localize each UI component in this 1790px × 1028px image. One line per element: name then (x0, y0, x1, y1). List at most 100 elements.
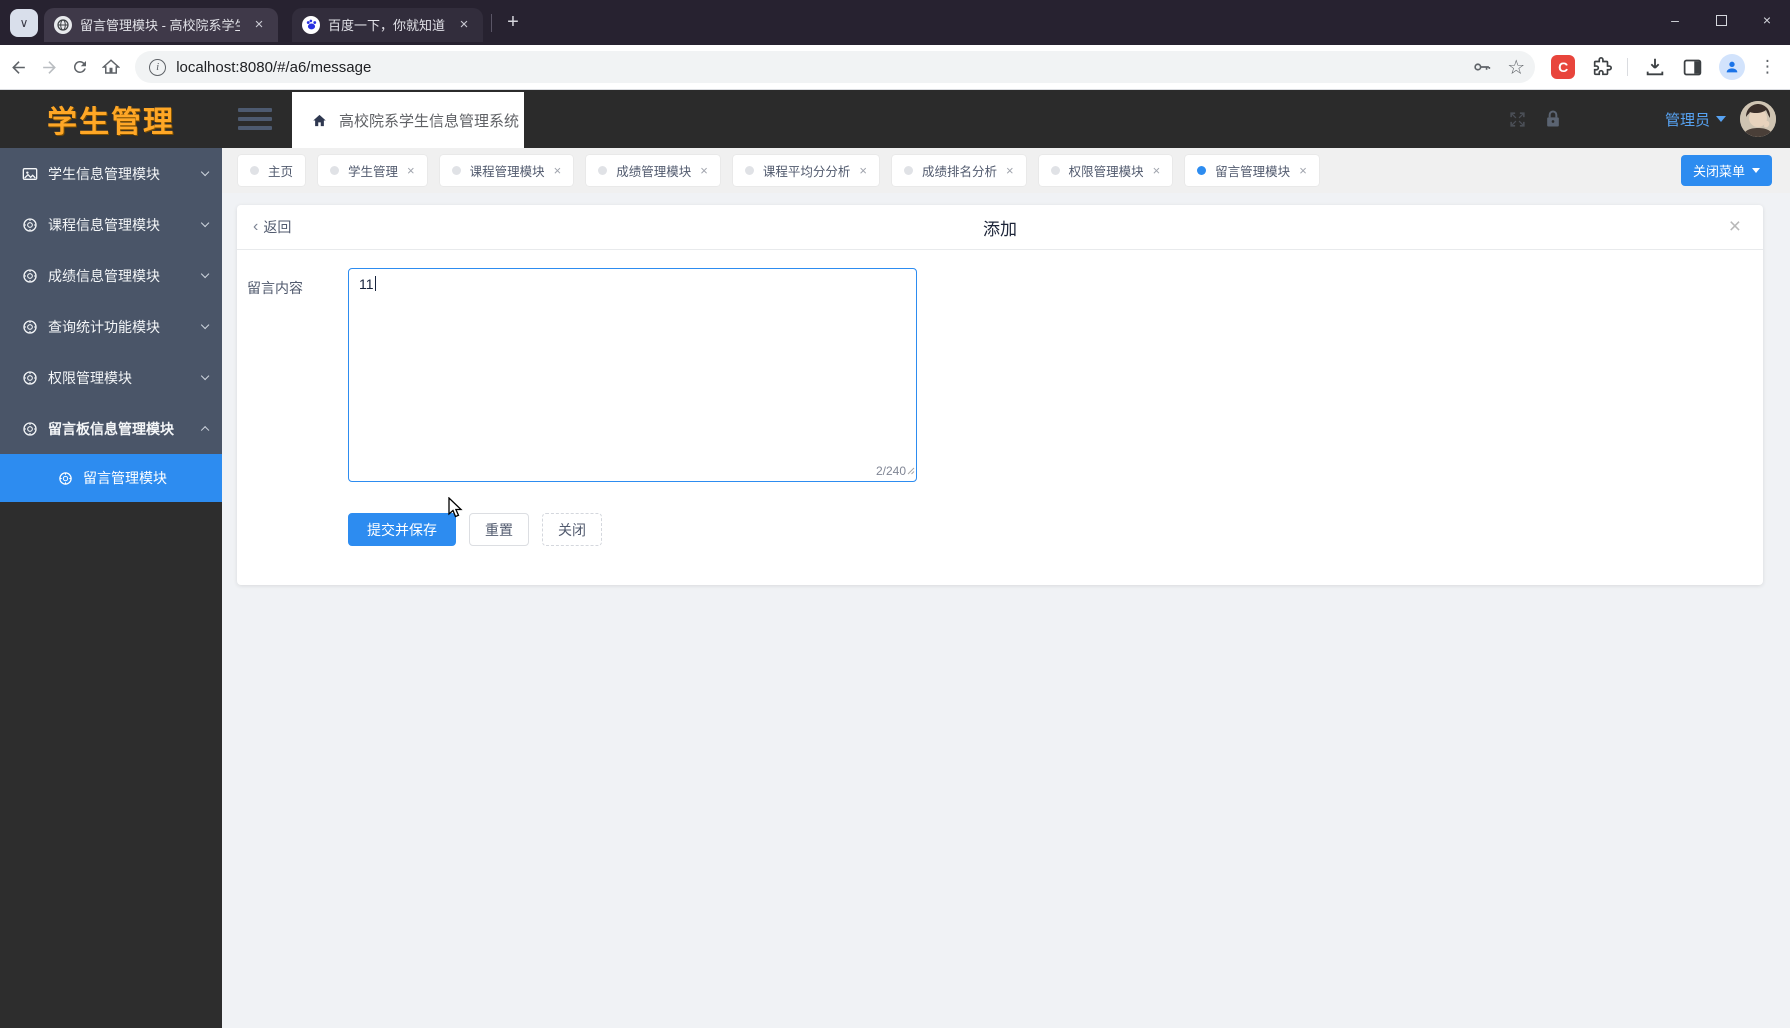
gauge-icon (59, 471, 72, 485)
chevron-down-icon (200, 320, 210, 330)
window-maximize-button[interactable] (1698, 0, 1744, 40)
close-menu-button[interactable]: 关闭菜单 (1680, 155, 1772, 186)
tab-divider (491, 13, 493, 32)
tag-close-icon[interactable]: × (407, 163, 415, 178)
tag-dot-icon (903, 166, 913, 175)
chevron-down-icon (200, 269, 210, 279)
avatar[interactable] (1740, 101, 1776, 137)
tag-student-manage[interactable]: 学生管理 × (318, 155, 427, 186)
tag-close-icon[interactable]: × (554, 163, 562, 178)
hamburger-menu-icon[interactable] (238, 104, 274, 134)
tag-course-average[interactable]: 课程平均分分析 × (732, 155, 879, 186)
gauge-icon (23, 319, 37, 334)
tag-grade-ranking[interactable]: 成绩排名分析 × (891, 155, 1026, 186)
fullscreen-icon[interactable] (1508, 110, 1527, 129)
tag-dot-icon (598, 166, 608, 175)
user-menu[interactable]: 管理员 (1665, 109, 1710, 130)
panel-close-icon[interactable]: × (1729, 215, 1741, 239)
sidebar-item-course-info[interactable]: 课程信息管理模块 (0, 199, 222, 250)
resize-handle-icon[interactable] (905, 462, 915, 480)
reset-button[interactable]: 重置 (469, 513, 529, 546)
caret-down-icon (1752, 168, 1760, 173)
lock-icon[interactable] (1543, 109, 1563, 129)
submit-save-button[interactable]: 提交并保存 (348, 513, 456, 546)
tags-bar: 主页 学生管理 × 课程管理模块 × 成绩管理模块 × 课程平均分分析 × 成绩… (222, 148, 1790, 193)
tag-close-icon[interactable]: × (859, 163, 867, 178)
tag-close-icon[interactable]: × (1153, 163, 1161, 178)
home-icon[interactable] (98, 52, 123, 82)
profile-icon[interactable] (1719, 54, 1746, 80)
tag-course-manage[interactable]: 课程管理模块 × (439, 155, 574, 186)
gauge-icon (23, 268, 37, 283)
window-minimize-button[interactable]: – (1652, 0, 1698, 40)
chevron-down-icon (200, 218, 210, 228)
tag-dot-icon (451, 166, 461, 175)
tag-dot-icon (330, 166, 340, 175)
message-content-textarea[interactable]: 11 2/240 (348, 268, 917, 482)
tab-title: 留言管理模块 - 高校院系学生信 (80, 18, 240, 33)
sidebar-subitem-message-manage[interactable]: 留言管理模块 (0, 454, 222, 502)
sidebar-item-student-info[interactable]: 学生信息管理模块 (0, 148, 222, 199)
browser-toolbar: i localhost:8080/#/a6/message ☆ C ⋮ (0, 45, 1790, 90)
url-text[interactable]: localhost:8080/#/a6/message (176, 59, 1457, 76)
tag-grade-manage[interactable]: 成绩管理模块 × (586, 155, 720, 186)
tag-dot-icon (1050, 166, 1060, 175)
app-header: 学生管理 高校院系学生信息管理系统 管理员 (0, 90, 1790, 148)
breadcrumb: 高校院系学生信息管理系统 (292, 92, 524, 148)
browser-tab-active[interactable]: 留言管理模块 - 高校院系学生信 × (44, 7, 278, 42)
gauge-icon (23, 421, 37, 436)
tab-close-icon[interactable]: × (250, 16, 268, 34)
chevron-down-icon (200, 371, 210, 381)
window-controls: – × (1652, 0, 1790, 40)
tag-dot-icon (1197, 166, 1207, 175)
sidebar-item-query-stats[interactable]: 查询统计功能模块 (0, 301, 222, 352)
globe-icon (54, 15, 72, 34)
url-bar[interactable]: i localhost:8080/#/a6/message ☆ (135, 51, 1536, 83)
back-icon[interactable] (6, 52, 31, 82)
browser-tab-baidu[interactable]: 百度一下，你就知道 × (292, 7, 484, 42)
side-panel-icon[interactable] (1682, 57, 1703, 78)
forward-icon[interactable] (37, 52, 62, 82)
breadcrumb-text[interactable]: 高校院系学生信息管理系统 (339, 110, 519, 131)
panel-title: 添加 (983, 219, 1017, 239)
tag-dot-icon (250, 166, 259, 175)
chevron-up-icon (200, 425, 210, 435)
bookmark-star-icon[interactable]: ☆ (1507, 55, 1525, 80)
sidebar-item-message-board[interactable]: 留言板信息管理模块 (0, 403, 222, 454)
new-tab-button[interactable]: + (500, 10, 526, 36)
baidu-paw-icon (302, 15, 320, 34)
close-button[interactable]: 关闭 (542, 513, 602, 546)
toolbar-divider (1627, 58, 1629, 76)
textarea-value: 11 (359, 276, 374, 292)
chevron-down-icon (200, 167, 210, 177)
site-info-icon[interactable]: i (149, 58, 167, 76)
tag-permission-manage[interactable]: 权限管理模块 × (1038, 155, 1173, 186)
tab-close-icon[interactable]: × (455, 16, 473, 34)
reload-icon[interactable] (68, 52, 93, 82)
gauge-icon (23, 217, 37, 232)
tab-search-chevron-icon[interactable]: ∨ (10, 8, 38, 37)
tag-close-icon[interactable]: × (1006, 163, 1014, 178)
sidebar: 学生信息管理模块 课程信息管理模块 成绩信息管理模块 查询统计功能模块 权限管理… (0, 148, 222, 1028)
tag-message-manage[interactable]: 留言管理模块 × (1185, 155, 1319, 186)
char-counter: 2/240 (875, 464, 906, 478)
main-content: 主页 学生管理 × 课程管理模块 × 成绩管理模块 × 课程平均分分析 × 成绩… (222, 148, 1790, 1028)
image-icon (22, 167, 38, 180)
extensions-puzzle-icon[interactable] (1591, 56, 1613, 78)
browser-tabstrip: ∨ 留言管理模块 - 高校院系学生信 × 百度一下，你就知道 × + – × (0, 0, 1790, 45)
user-caret-icon (1716, 116, 1726, 122)
sidebar-item-grade-info[interactable]: 成绩信息管理模块 (0, 250, 222, 301)
mouse-cursor (447, 496, 467, 524)
tag-close-icon[interactable]: × (700, 163, 708, 178)
tag-home[interactable]: 主页 (238, 155, 306, 186)
text-caret (374, 276, 376, 291)
window-close-button[interactable]: × (1744, 0, 1790, 40)
tag-close-icon[interactable]: × (1299, 163, 1307, 178)
add-message-panel: ‹ 返回 添加 × 留言内容 11 2/240 提交并保存 重置 关闭 (237, 205, 1763, 585)
downloads-icon[interactable] (1644, 56, 1666, 78)
sidebar-item-permission[interactable]: 权限管理模块 (0, 352, 222, 403)
chrome-menu-icon[interactable]: ⋮ (1759, 57, 1776, 77)
extension-c-icon[interactable]: C (1551, 55, 1576, 79)
gauge-icon (23, 370, 37, 385)
password-key-icon[interactable] (1471, 56, 1493, 78)
